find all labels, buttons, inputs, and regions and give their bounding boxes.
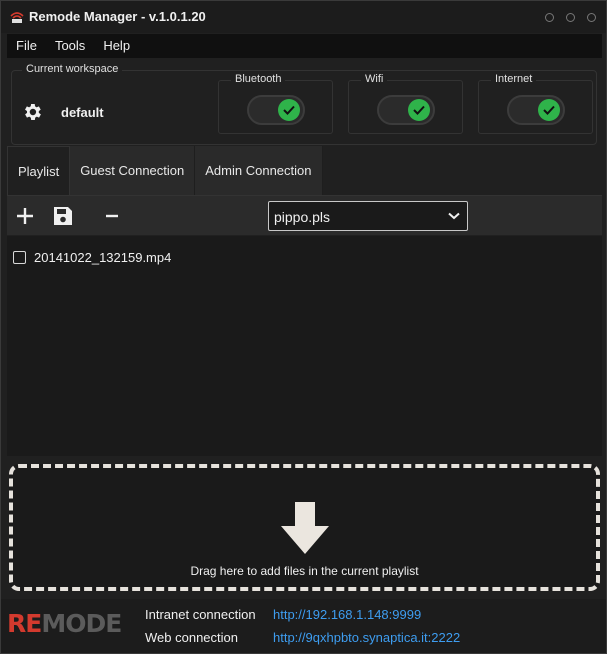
file-drop-zone[interactable]: Drag here to add files in the current pl… (9, 464, 600, 591)
playlist-toolbar: pippo.pls (7, 195, 602, 235)
item-checkbox[interactable] (13, 251, 26, 264)
wifi-label: Wifi (361, 73, 388, 85)
drop-zone-text: Drag here to add files in the current pl… (190, 564, 419, 578)
check-icon (538, 99, 560, 121)
wifi-toggle[interactable] (377, 95, 435, 125)
gear-icon[interactable] (21, 101, 43, 123)
playlist-select-value: pippo.pls (274, 209, 331, 225)
web-link[interactable]: http://9qxhpbto.synaptica.it:2222 (273, 630, 460, 645)
bluetooth-label: Bluetooth (231, 73, 286, 85)
list-item-label: 20141022_132159.mp4 (34, 250, 172, 265)
check-icon (408, 99, 430, 121)
workspace-legend: Current workspace (22, 63, 123, 75)
internet-group: Internet (478, 73, 593, 134)
tab-bar: Playlist Guest Connection Admin Connecti… (7, 146, 323, 195)
playlist-select[interactable]: pippo.pls (268, 201, 468, 231)
list-item[interactable]: 20141022_132159.mp4 (13, 250, 171, 265)
playlist-list: 20141022_132159.mp4 (7, 236, 602, 456)
wifi-group: Wifi (348, 73, 463, 134)
tab-admin-connection[interactable]: Admin Connection (195, 146, 323, 195)
menu-help[interactable]: Help (94, 34, 139, 58)
tab-guest-connection[interactable]: Guest Connection (70, 146, 196, 195)
chevron-down-icon (448, 212, 460, 220)
minus-icon[interactable] (101, 205, 123, 227)
menu-tools[interactable]: Tools (46, 34, 94, 58)
title-bar: Remode Manager - v.1.0.1.20 (1, 1, 606, 33)
remode-logo: REMODE (7, 609, 122, 638)
bluetooth-group: Bluetooth (218, 73, 333, 134)
internet-toggle[interactable] (507, 95, 565, 125)
workspace-name: default (61, 105, 104, 120)
close-button[interactable] (587, 13, 596, 22)
remode-app-icon (10, 12, 24, 23)
menu-bar: File Tools Help (7, 34, 602, 58)
minimize-button[interactable] (545, 13, 554, 22)
intranet-label: Intranet connection (145, 607, 256, 622)
tab-playlist[interactable]: Playlist (7, 146, 71, 195)
web-label: Web connection (145, 630, 238, 645)
down-arrow-icon (281, 502, 329, 554)
maximize-button[interactable] (566, 13, 575, 22)
intranet-link[interactable]: http://192.168.1.148:9999 (273, 607, 421, 622)
check-icon (278, 99, 300, 121)
footer: REMODE Intranet connection http://192.16… (1, 599, 606, 653)
internet-label: Internet (491, 73, 537, 85)
window-title: Remode Manager - v.1.0.1.20 (29, 9, 206, 24)
menu-file[interactable]: File (7, 34, 46, 58)
app-window: Remode Manager - v.1.0.1.20 File Tools H… (0, 0, 607, 654)
bluetooth-toggle[interactable] (247, 95, 305, 125)
save-icon[interactable] (52, 205, 74, 227)
workspace-group: Current workspace default Bluetooth Wifi… (11, 63, 597, 145)
plus-icon[interactable] (14, 205, 36, 227)
